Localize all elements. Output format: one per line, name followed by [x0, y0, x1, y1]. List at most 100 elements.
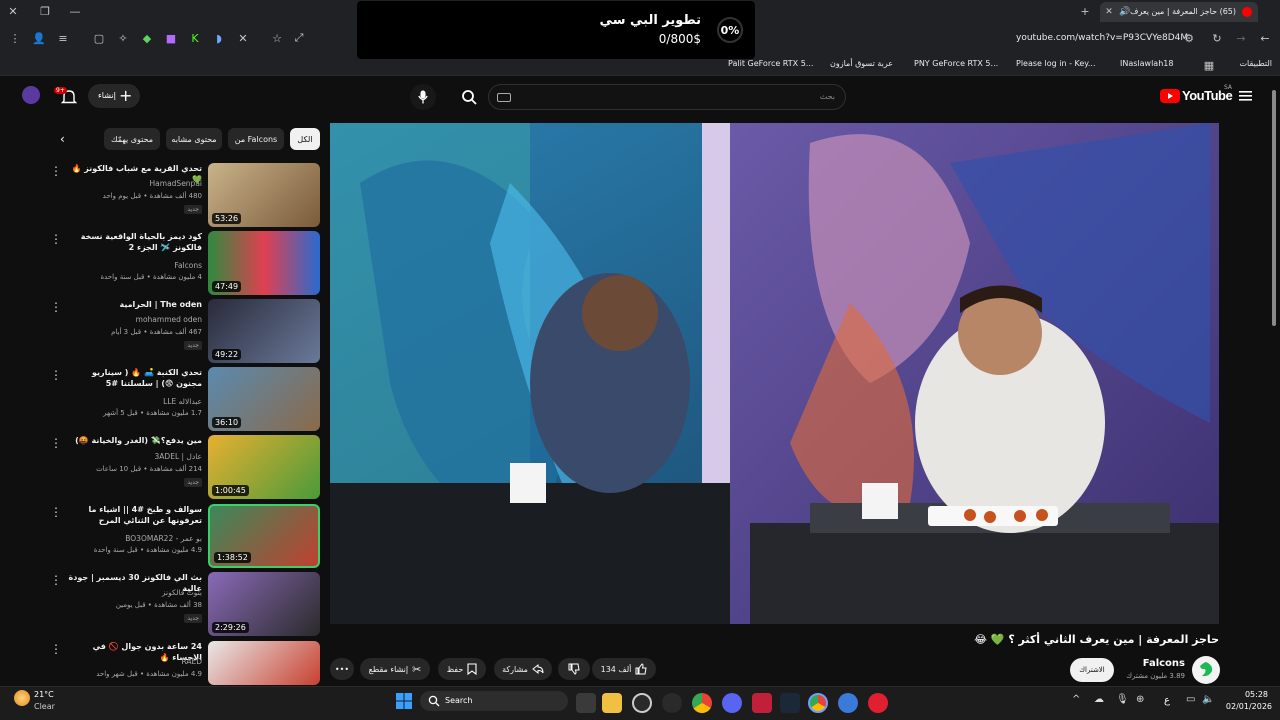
chrome-active-icon[interactable]: [808, 693, 828, 713]
more-options-icon[interactable]: ⋮: [50, 233, 62, 245]
related-thumbnail[interactable]: [208, 641, 320, 685]
related-channel[interactable]: mohammed oden: [136, 315, 202, 324]
related-thumbnail[interactable]: 47:49: [208, 231, 320, 295]
more-options-icon[interactable]: ⋮: [50, 301, 62, 313]
network-icon[interactable]: ⊕: [1136, 694, 1144, 705]
related-thumbnail[interactable]: 53:26: [208, 163, 320, 227]
bookmark-star-icon[interactable]: ☆: [270, 31, 284, 45]
more-options-icon[interactable]: ⋮: [50, 369, 62, 381]
share-page-icon[interactable]: ⤢: [292, 31, 306, 45]
subscribe-button[interactable]: الاشتراك: [1070, 658, 1114, 682]
related-channel[interactable]: عبدالاله LLE: [163, 397, 202, 406]
profile-icon[interactable]: 👤: [32, 31, 46, 45]
hamburger-menu-icon[interactable]: [1238, 89, 1254, 103]
bookmark-item[interactable]: INaslawlah18: [1120, 59, 1173, 68]
extension-icon[interactable]: ▢: [92, 31, 106, 45]
taskbar-search[interactable]: Search: [420, 691, 568, 711]
obs-icon[interactable]: [632, 693, 652, 713]
discord-icon[interactable]: [722, 693, 742, 713]
related-video-8[interactable]: ⋮ 24 ساعة بدون جوال 🚫 في الاحساء 🔥 RAED …: [44, 641, 320, 685]
mute-icon[interactable]: ✕: [236, 31, 250, 45]
create-button[interactable]: إنشاء +: [88, 84, 140, 108]
task-view-icon[interactable]: [576, 693, 596, 713]
channel-avatar[interactable]: [1192, 656, 1220, 684]
related-thumbnail[interactable]: 2:29:26: [208, 572, 320, 636]
chip-for-you[interactable]: محتوى يهمّك: [104, 128, 160, 150]
related-channel[interactable]: RAED: [181, 657, 202, 666]
search-button[interactable]: [455, 84, 483, 110]
related-thumbnail[interactable]: 36:10: [208, 367, 320, 431]
language-indicator[interactable]: ع: [1164, 695, 1170, 706]
app-icon[interactable]: [662, 693, 682, 713]
bookmark-item[interactable]: عربة تسوق أمازون: [830, 59, 893, 68]
more-actions-button[interactable]: •••: [330, 658, 354, 680]
youtube-logo-icon[interactable]: [1160, 89, 1180, 103]
related-video-6[interactable]: ⋮ سوالف و طبخ #4 || اشياء ما تعرفونها عن…: [44, 504, 320, 568]
microphone-tray-icon[interactable]: 🎙: [1116, 694, 1129, 705]
tray-chevron-icon[interactable]: ^: [1072, 694, 1080, 705]
related-video-1[interactable]: ⋮ تحدي القرية مع شباب فالكونز 🔥 💚 HamadS…: [44, 163, 320, 227]
related-video-3[interactable]: ⋮ The oden | الحرامية mohammed oden 467 …: [44, 299, 320, 363]
kick-extension-icon[interactable]: K: [188, 31, 202, 45]
forward-icon[interactable]: →: [1234, 31, 1248, 45]
related-channel[interactable]: بو عمر - BO3OMAR22: [125, 534, 202, 543]
channel-name[interactable]: Falcons: [1143, 658, 1185, 669]
file-explorer-icon[interactable]: [602, 693, 622, 713]
window-minimize-icon[interactable]: —: [68, 4, 82, 18]
save-button[interactable]: حفظ: [438, 658, 486, 680]
bookmark-item[interactable]: PNY GeForce RTX 5...: [914, 59, 998, 68]
voice-search-button[interactable]: [410, 84, 436, 110]
window-restore-icon[interactable]: ❐: [38, 4, 52, 18]
address-bar[interactable]: youtube.com/watch?v=P93CVYe8D4M: [1016, 33, 1188, 43]
related-channel[interactable]: Falcons: [174, 261, 202, 270]
bookmark-apps[interactable]: التطبيقات: [1240, 59, 1272, 68]
chrome-icon[interactable]: [692, 693, 712, 713]
related-thumbnail[interactable]: 1:00:45: [208, 435, 320, 499]
related-video-7[interactable]: ⋮ بث الي فالكونز 30 ديسمبر | جودة عالية …: [44, 572, 320, 636]
related-video-4[interactable]: ⋮ تحدي الكنبة 🛋️ 🔥 ( سيناريو مجنون 😨) | …: [44, 367, 320, 431]
related-channel[interactable]: HamadSenpai: [150, 179, 202, 188]
like-button[interactable]: 134 ألف: [592, 658, 656, 680]
more-options-icon[interactable]: ⋮: [50, 165, 62, 177]
windows-start-icon[interactable]: [396, 693, 412, 709]
search-input[interactable]: بحث: [488, 84, 846, 110]
tray-app-icon[interactable]: ☁: [1094, 694, 1104, 705]
related-video-5[interactable]: ⋮ مين يدفع؟💸 (الغدر والخيانة 🤬) عادل | 3…: [44, 435, 320, 499]
avatar[interactable]: [22, 86, 40, 104]
dislike-button[interactable]: [558, 658, 590, 680]
weather-icon[interactable]: [14, 690, 30, 706]
chip-related[interactable]: محتوى مشابه: [166, 128, 222, 150]
related-channel[interactable]: بثوث فالكونز: [162, 588, 202, 597]
chip-all[interactable]: الكل: [290, 128, 320, 150]
window-close-icon[interactable]: ✕: [6, 4, 20, 18]
extension-icon[interactable]: ✧: [116, 31, 130, 45]
app-icon[interactable]: [838, 693, 858, 713]
monitor-icon[interactable]: ▭: [1186, 694, 1195, 705]
clock-date[interactable]: 02/01/2026: [1222, 702, 1272, 711]
clip-button[interactable]: إنشاء مقطع ✂: [360, 658, 430, 680]
app-icon[interactable]: [752, 693, 772, 713]
back-icon[interactable]: ←: [1258, 31, 1272, 45]
keyboard-icon[interactable]: [497, 93, 511, 102]
clock-time[interactable]: 05:28: [1222, 690, 1268, 699]
share-button[interactable]: مشاركة: [494, 658, 552, 680]
related-thumbnail[interactable]: 1:38:52: [208, 504, 320, 568]
more-options-icon[interactable]: ⋮: [50, 437, 62, 449]
site-settings-icon[interactable]: ⚙: [1182, 31, 1196, 45]
extension-icon[interactable]: ≡: [56, 31, 70, 45]
chip-from-channel[interactable]: من Falcons: [228, 128, 284, 150]
menu-dots-icon[interactable]: ⋮: [8, 31, 22, 45]
more-options-icon[interactable]: ⋮: [50, 574, 62, 586]
video-player[interactable]: [330, 123, 1219, 624]
related-thumbnail[interactable]: 49:22: [208, 299, 320, 363]
tab-close-icon[interactable]: ✕: [1102, 5, 1116, 19]
browser-tab[interactable]: ✕ 🔊 (65) حاجز المعرفة | مين يعرف...: [1100, 2, 1258, 22]
reload-icon[interactable]: ↻: [1210, 31, 1224, 45]
new-tab-icon[interactable]: +: [1078, 4, 1092, 18]
bookmark-item[interactable]: Please log in - Key...: [1016, 59, 1096, 68]
more-options-icon[interactable]: ⋮: [50, 643, 62, 655]
related-channel[interactable]: عادل | 3ADEL: [155, 452, 202, 461]
related-video-2[interactable]: ⋮ كود ديمز بالحياة الواقعية نسخة فالكونز…: [44, 231, 320, 295]
more-options-icon[interactable]: ⋮: [50, 506, 62, 518]
bookmark-item[interactable]: Palit GeForce RTX 5...: [728, 59, 813, 68]
